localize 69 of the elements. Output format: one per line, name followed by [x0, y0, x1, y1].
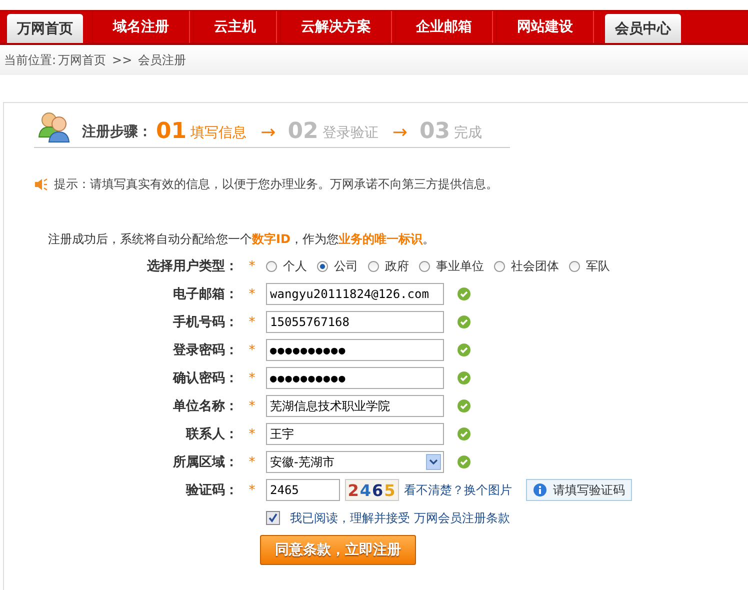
radio-button[interactable]: [494, 260, 505, 272]
region-select[interactable]: 安徽-芜湖市: [266, 451, 444, 473]
breadcrumb-current: 会员注册: [138, 52, 186, 68]
input-field[interactable]: ●●●●●●●●●●: [266, 367, 444, 389]
agreement-text: 我已阅读，理解并接受: [290, 510, 410, 526]
radio-button[interactable]: [266, 260, 277, 272]
hint-text: 请填写验证码: [553, 482, 625, 498]
step-arrow: →: [260, 122, 276, 143]
field-label: 联系人：: [184, 426, 238, 443]
terms-link[interactable]: 万网会员注册条款: [414, 510, 510, 526]
refresh-captcha-link[interactable]: 看不清楚？换个图片: [404, 482, 512, 498]
radio-button[interactable]: [569, 260, 580, 272]
required-mark: *: [248, 482, 256, 498]
radio-label: 事业单位: [436, 258, 484, 274]
required-mark: *: [248, 398, 256, 414]
step-label: 完成: [454, 124, 482, 142]
step-arrow: →: [392, 122, 408, 143]
nav-tab[interactable]: 云解决方案: [280, 11, 392, 43]
captcha-image: 2465: [345, 479, 399, 501]
step-number: 01: [156, 121, 187, 143]
input-field[interactable]: 15055767168: [266, 311, 444, 333]
breadcrumb-separator: >>: [112, 53, 132, 67]
step-label: 填写信息: [190, 124, 247, 142]
field-label: 手机号码：: [172, 314, 238, 331]
field-label: 选择用户类型：: [146, 258, 238, 275]
radio-label: 军队: [586, 258, 610, 274]
tip-text: 提示：请填写真实有效的信息，以便于您办理业务。万网承诺不向第三方提供信息。: [54, 176, 498, 193]
agree-checkbox[interactable]: [266, 511, 280, 525]
users-icon: [38, 111, 72, 143]
field-label: 登录密码：: [172, 342, 238, 359]
field-label: 电子邮箱：: [172, 286, 238, 303]
nav-tab[interactable]: 网站建设: [496, 11, 594, 43]
required-mark: *: [248, 258, 256, 274]
field-label: 单位名称：: [172, 398, 238, 415]
step-number: 03: [419, 121, 450, 143]
required-mark: *: [248, 286, 256, 302]
field-label: 所属区域：: [172, 454, 238, 471]
input-field[interactable]: 王宇: [266, 423, 444, 445]
speaker-icon: [34, 178, 48, 191]
input-field[interactable]: wangyu20111824@126.com: [266, 283, 444, 305]
radio-button[interactable]: [317, 260, 328, 272]
field-label: 确认密码：: [172, 370, 238, 387]
required-mark: *: [248, 426, 256, 442]
info-icon: [533, 483, 547, 497]
radio-label: 个人: [283, 258, 307, 274]
nav-tab[interactable]: 域名注册: [92, 11, 190, 43]
step-number: 02: [288, 121, 318, 143]
radio-label: 社会团体: [511, 258, 559, 274]
required-mark: *: [248, 314, 256, 330]
radio-button[interactable]: [419, 260, 430, 272]
input-field[interactable]: 芜湖信息技术职业学院: [266, 395, 444, 417]
intro-text: 注册成功后，系统将自动分配给您一个数字ID，作为您业务的唯一标识。: [48, 231, 436, 248]
steps-title: 注册步骤：: [82, 123, 152, 141]
required-mark: *: [248, 370, 256, 386]
captcha-field[interactable]: 2465: [266, 479, 340, 501]
breadcrumb-link[interactable]: 万网首页: [58, 52, 106, 68]
radio-button[interactable]: [368, 260, 379, 272]
nav-tab[interactable]: 云主机: [193, 11, 277, 43]
nav-tab[interactable]: 会员中心: [605, 14, 681, 43]
radio-label: 公司: [334, 258, 358, 274]
required-mark: *: [248, 454, 256, 470]
step-label: 登录验证: [322, 124, 378, 142]
nav-tab[interactable]: 企业邮箱: [395, 11, 493, 43]
radio-label: 政府: [385, 258, 409, 274]
field-label: 验证码：: [184, 482, 238, 499]
input-field[interactable]: ●●●●●●●●●●: [266, 339, 444, 361]
nav-tab[interactable]: 万网首页: [7, 14, 83, 43]
required-mark: *: [248, 342, 256, 358]
breadcrumb-label: 当前位置:: [4, 52, 56, 68]
